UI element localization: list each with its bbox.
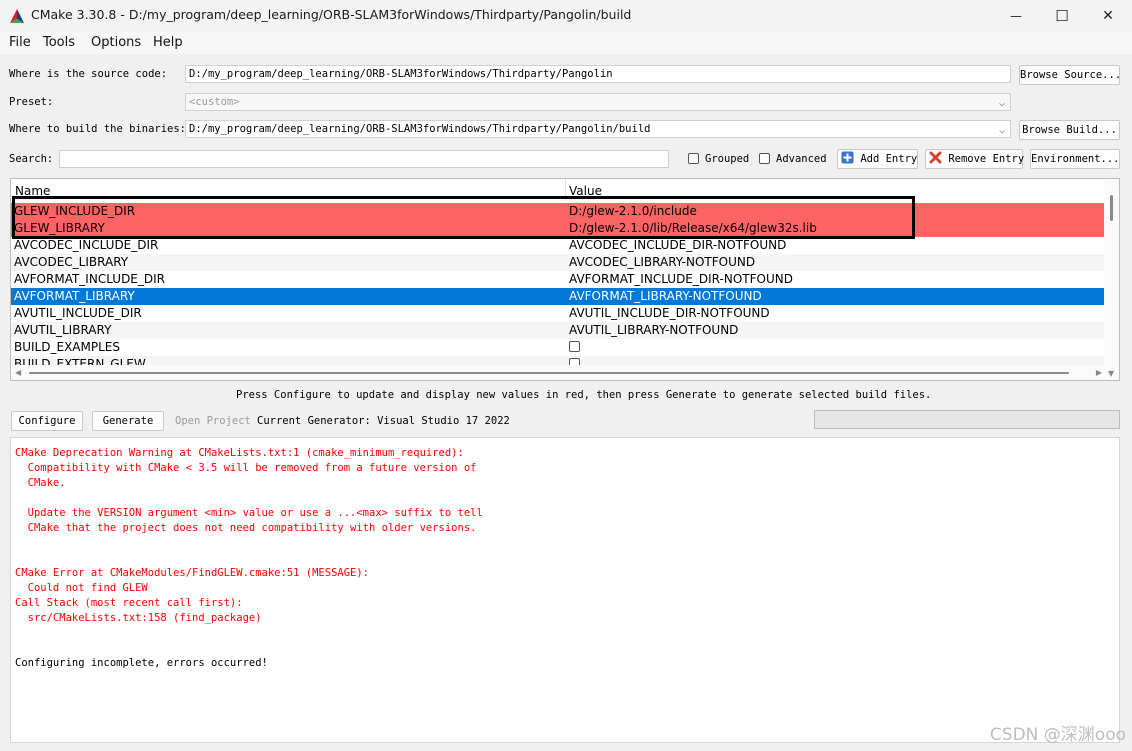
- remove-x-icon: [929, 151, 942, 164]
- cache-table: Name Value GLEW_INCLUDE_DIR D:/glew-2.1.…: [10, 178, 1120, 381]
- entry-name: BUILD_EXAMPLES: [14, 340, 120, 354]
- table-row[interactable]: BUILD_EXAMPLES: [11, 339, 1105, 356]
- menu-help[interactable]: Help: [153, 35, 183, 50]
- configure-button[interactable]: Configure: [11, 411, 83, 431]
- entry-name: AVUTIL_INCLUDE_DIR: [14, 306, 142, 320]
- preset-select: <custom> ⌵: [185, 93, 1011, 111]
- entry-name: AVFORMAT_LIBRARY: [14, 289, 135, 303]
- table-row-selected[interactable]: AVFORMAT_LIBRARY AVFORMAT_LIBRARY-NOTFOU…: [11, 288, 1105, 305]
- highlight-annotation-box: [12, 196, 915, 239]
- minimize-icon: —: [1010, 9, 1022, 23]
- scroll-down-icon[interactable]: ▼: [1108, 369, 1114, 378]
- menu-options[interactable]: Options: [91, 35, 141, 50]
- entry-value[interactable]: AVCODEC_INCLUDE_DIR-NOTFOUND: [569, 237, 786, 254]
- table-row[interactable]: AVFORMAT_INCLUDE_DIR AVFORMAT_INCLUDE_DI…: [11, 271, 1105, 288]
- log-line: src/CMakeLists.txt:158 (find_package): [15, 612, 262, 624]
- table-row[interactable]: AVCODEC_LIBRARY AVCODEC_LIBRARY-NOTFOUND: [11, 254, 1105, 271]
- log-line: CMake.: [15, 477, 66, 489]
- log-line: Configuring incomplete, errors occurred!: [15, 657, 268, 669]
- log-line: CMake that the project does not need com…: [15, 522, 477, 534]
- menu-tools[interactable]: Tools: [43, 35, 75, 50]
- log-line: Could not find GLEW: [15, 582, 148, 594]
- entry-value[interactable]: AVFORMAT_INCLUDE_DIR-NOTFOUND: [569, 271, 793, 288]
- output-log[interactable]: CMake Deprecation Warning at CMakeLists.…: [10, 437, 1120, 743]
- entry-name: AVUTIL_LIBRARY: [14, 323, 112, 337]
- table-row[interactable]: AVUTIL_INCLUDE_DIR AVUTIL_INCLUDE_DIR-NO…: [11, 305, 1105, 322]
- search-label: Search:: [9, 153, 54, 165]
- search-input[interactable]: [59, 150, 669, 168]
- close-button[interactable]: ✕: [1085, 0, 1131, 32]
- entry-value[interactable]: AVUTIL_LIBRARY-NOTFOUND: [569, 322, 738, 339]
- vertical-scroll-thumb[interactable]: [1110, 195, 1113, 221]
- table-row[interactable]: AVUTIL_LIBRARY AVUTIL_LIBRARY-NOTFOUND: [11, 322, 1105, 339]
- table-row[interactable]: AVCODEC_INCLUDE_DIR AVCODEC_INCLUDE_DIR-…: [11, 237, 1105, 254]
- plus-icon: [841, 151, 854, 164]
- progress-bar: [814, 410, 1120, 429]
- add-entry-button[interactable]: Add Entry: [837, 149, 918, 169]
- window-title: CMake 3.30.8 - D:/my_program/deep_learni…: [31, 7, 632, 22]
- cmake-logo-icon: [10, 9, 24, 23]
- title-bar: CMake 3.30.8 - D:/my_program/deep_learni…: [0, 0, 1132, 32]
- entry-name: AVCODEC_INCLUDE_DIR: [14, 238, 159, 252]
- entry-value[interactable]: AVUTIL_INCLUDE_DIR-NOTFOUND: [569, 305, 770, 322]
- build-path-combo[interactable]: D:/my_program/deep_learning/ORB-SLAM3for…: [185, 120, 1011, 138]
- chevron-down-icon: ⌵: [998, 98, 1005, 109]
- entry-checkbox[interactable]: [569, 341, 580, 352]
- build-path-value: D:/my_program/deep_learning/ORB-SLAM3for…: [189, 123, 651, 135]
- entry-name: AVFORMAT_INCLUDE_DIR: [14, 272, 166, 286]
- environment-button[interactable]: Environment...: [1030, 149, 1120, 169]
- hint-text: Press Configure to update and display ne…: [236, 389, 932, 401]
- browse-source-button[interactable]: Browse Source...: [1019, 65, 1121, 85]
- close-icon: ✕: [1102, 8, 1114, 24]
- log-line: CMake Deprecation Warning at CMakeLists.…: [15, 447, 464, 459]
- browse-build-button[interactable]: Browse Build...: [1019, 120, 1120, 140]
- remove-entry-button[interactable]: Remove Entry: [925, 149, 1025, 169]
- advanced-checkbox[interactable]: [759, 153, 770, 164]
- minimize-button[interactable]: —: [993, 0, 1039, 32]
- grouped-label[interactable]: Grouped: [705, 153, 749, 165]
- scroll-left-icon[interactable]: ◀: [15, 368, 21, 377]
- current-generator: Current Generator: Visual Studio 17 2022: [257, 415, 510, 427]
- open-project-button[interactable]: Open Project: [175, 415, 251, 427]
- csdn-watermark: CSDN @深渊ooo: [989, 725, 1126, 745]
- entry-value[interactable]: AVCODEC_LIBRARY-NOTFOUND: [569, 254, 755, 271]
- remove-entry-label: Remove Entry: [948, 153, 1025, 165]
- menu-bar: File Tools Options Help: [0, 32, 1132, 54]
- maximize-icon: ☐: [1055, 7, 1069, 25]
- maximize-button[interactable]: ☐: [1039, 0, 1085, 32]
- log-line: Compatibility with CMake < 3.5 will be r…: [15, 462, 477, 474]
- advanced-label[interactable]: Advanced: [776, 153, 827, 165]
- add-entry-label: Add Entry: [860, 153, 918, 165]
- vertical-scrollbar-track[interactable]: ▼: [1105, 178, 1120, 381]
- log-line: Update the VERSION argument <min> value …: [15, 507, 483, 519]
- source-path-input[interactable]: D:/my_program/deep_learning/ORB-SLAM3for…: [185, 65, 1011, 83]
- entry-value[interactable]: AVFORMAT_LIBRARY-NOTFOUND: [569, 288, 762, 305]
- build-label: Where to build the binaries:: [9, 123, 187, 135]
- log-line: Call Stack (most recent call first):: [15, 597, 243, 609]
- source-label: Where is the source code:: [9, 68, 168, 80]
- chevron-down-icon[interactable]: ⌵: [999, 123, 1005, 137]
- grouped-checkbox[interactable]: [688, 153, 699, 164]
- menu-file[interactable]: File: [9, 35, 31, 50]
- generate-button[interactable]: Generate: [92, 411, 164, 431]
- log-line: CMake Error at CMakeModules/FindGLEW.cma…: [15, 567, 370, 579]
- preset-label: Preset:: [9, 96, 54, 108]
- horizontal-scrollbar[interactable]: ◀ ▶: [11, 365, 1105, 380]
- entry-name: AVCODEC_LIBRARY: [14, 255, 129, 269]
- horizontal-scroll-thumb[interactable]: [29, 372, 1069, 374]
- preset-value: <custom>: [189, 96, 240, 108]
- scroll-right-icon[interactable]: ▶: [1096, 368, 1102, 377]
